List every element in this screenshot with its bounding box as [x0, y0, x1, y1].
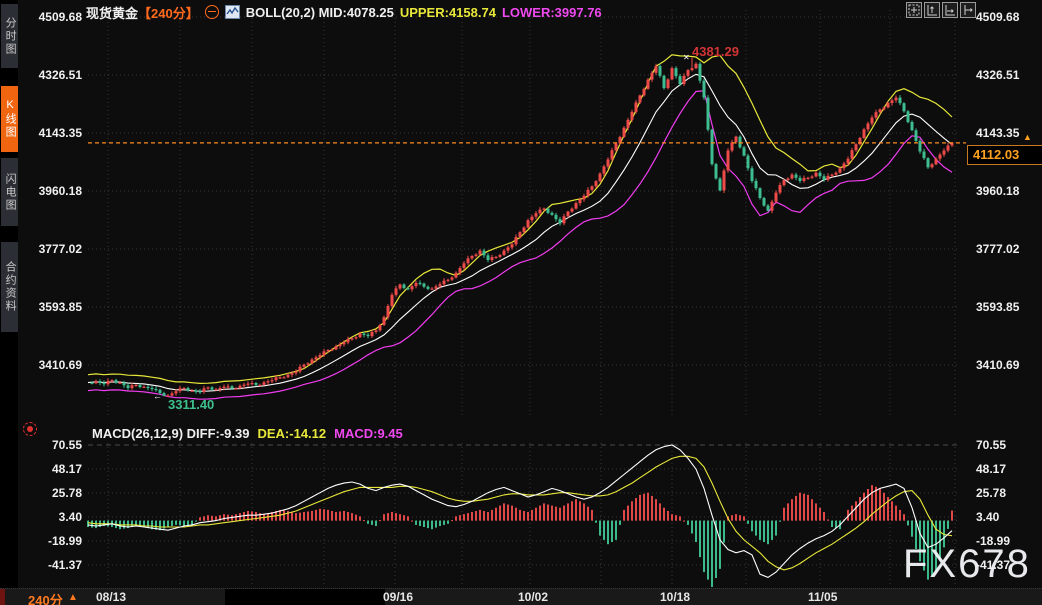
macd-axis-label-left: 3.40	[2, 509, 82, 525]
date-label: 10/02	[518, 590, 548, 604]
symbol-label: 现货黄金	[86, 3, 138, 22]
bottom-left-edge	[0, 589, 5, 605]
price-axis-label-right: 4509.68	[976, 9, 1042, 25]
macd-value-label: MACD:9.45	[334, 426, 403, 441]
period-badge[interactable]: 240分	[28, 590, 63, 605]
macd-header: MACD(26,12,9) DIFF:-9.39 DEA:-14.12 MACD…	[92, 426, 403, 441]
macd-axis-label-left: 70.55	[2, 437, 82, 453]
fit-vertical-button[interactable]	[924, 2, 940, 18]
boll-upper-label: UPPER:4158.74	[400, 5, 496, 20]
price-axis-label-left: 4326.51	[2, 67, 82, 83]
date-label: 09/16	[383, 590, 413, 604]
chart-header: 现货黄金【240分】 BOLL(20,2) MID:4078.25 UPPER:…	[86, 3, 602, 21]
bottom-bar: 240分 ▲ 08/13 09/16 10/02 10/18 11/05	[0, 588, 1042, 605]
macd-axis-label-right: 3.40	[976, 509, 1042, 525]
chart-canvas[interactable]	[0, 0, 1042, 605]
high-price-label: 4381.29	[692, 44, 739, 59]
low-price-label: 3311.40	[168, 397, 214, 412]
scrollbar-thumb[interactable]	[225, 589, 385, 605]
sidebar-tab-2[interactable]: K线图	[1, 86, 18, 152]
macd-axis-label-left: -18.99	[2, 533, 82, 549]
price-axis-label-right: 3777.02	[976, 241, 1042, 257]
last-price-badge: 4112.03	[967, 145, 1042, 165]
period-arrow-icon[interactable]: ▲	[68, 592, 78, 603]
period-label: 【240分】	[138, 3, 199, 22]
macd-title-label: MACD(26,12,9) DIFF:-9.39	[92, 426, 249, 441]
price-axis-label-right: 4143.35	[976, 125, 1042, 141]
fit-horizontal-button[interactable]	[942, 2, 958, 18]
price-axis-label-right: 3593.85	[976, 299, 1042, 315]
chart-toolbar	[906, 2, 976, 18]
price-axis-label-right: 3410.69	[976, 357, 1042, 373]
price-axis-label-left: 3410.69	[2, 357, 82, 373]
go-latest-button[interactable]	[960, 2, 976, 18]
boll-label: BOLL(20,2) MID:4078.25	[246, 5, 394, 20]
macd-axis-label-right: 25.78	[976, 485, 1042, 501]
date-label: 10/18	[660, 590, 690, 604]
price-axis-label-left: 3593.85	[2, 299, 82, 315]
macd-axis-label-right: 70.55	[976, 437, 1042, 453]
price-axis-label-right: 4326.51	[976, 67, 1042, 83]
macd-axis-label-right: 48.17	[976, 461, 1042, 477]
high-marker-icon: ✕	[683, 53, 690, 62]
crosshair-button[interactable]	[906, 2, 922, 18]
indicator-icon[interactable]	[225, 5, 240, 19]
macd-dea-label: DEA:-14.12	[257, 426, 326, 441]
price-axis-label-left: 4143.35	[2, 125, 82, 141]
price-axis-label-left: 3777.02	[2, 241, 82, 257]
price-axis-label-left: 4509.68	[2, 9, 82, 25]
macd-axis-label-left: 48.17	[2, 461, 82, 477]
macd-axis-label-left: -41.37	[2, 557, 82, 573]
macd-axis-label-left: 25.78	[2, 485, 82, 501]
low-marker-icon: ←	[153, 391, 162, 401]
watermark: FX678	[903, 542, 1031, 587]
trading-app-window: 分时图K线图闪电图合约资料 现货黄金【240分】 BOLL(20,2) MID:…	[0, 0, 1042, 605]
collapse-icon[interactable]	[205, 5, 219, 19]
date-label: 11/05	[808, 590, 837, 604]
price-axis-label-right: 3960.18	[976, 183, 1042, 199]
boll-lower-label: LOWER:3997.76	[502, 5, 602, 20]
price-axis-label-left: 3960.18	[2, 183, 82, 199]
date-label: 08/13	[96, 590, 126, 604]
alarm-icon[interactable]	[22, 421, 38, 437]
